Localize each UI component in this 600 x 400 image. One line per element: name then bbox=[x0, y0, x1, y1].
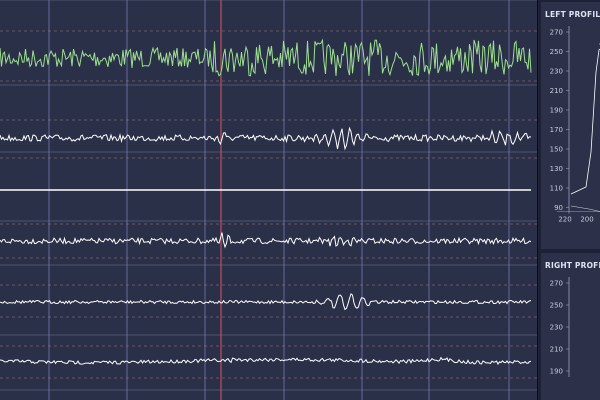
profile-y-tick: 190 bbox=[550, 368, 563, 376]
left-profile-panel[interactable]: LEFT PROFILE 270 250 230 210 190 170 150 130 110… bbox=[541, 2, 600, 249]
right-profile-chart: 270 250 230 210 190 bbox=[550, 277, 570, 377]
profile-y-tick: 270 bbox=[550, 29, 563, 37]
profile-y-tick: 90 bbox=[554, 204, 563, 212]
profile-y-tick: 190 bbox=[550, 107, 563, 115]
left-profile-chart: 270 250 230 210 190 170 150 130 110 90 220 200 bbox=[550, 26, 600, 224]
profile-y-tick: 230 bbox=[550, 324, 563, 332]
trace-display[interactable] bbox=[0, 0, 537, 400]
profile-y-tick: 250 bbox=[550, 48, 563, 56]
profile-y-tick: 270 bbox=[550, 280, 563, 288]
profile-y-tick: 250 bbox=[550, 302, 563, 310]
profile-y-tick: 210 bbox=[550, 346, 563, 354]
profile-curve bbox=[570, 48, 600, 195]
profile-curve-secondary bbox=[570, 205, 600, 212]
right-profile-panel[interactable]: RIGHT PROFILE 270250230210190 bbox=[541, 253, 600, 400]
profile-y-tick: 210 bbox=[550, 87, 563, 95]
profile-x-tick: 200 bbox=[580, 216, 593, 224]
profile-y-tick: 230 bbox=[550, 68, 563, 76]
eeg-viewer: LEFT PROFILE 270 250 230 210 190 170 150 130 110… bbox=[0, 0, 600, 400]
profile-y-tick: 130 bbox=[550, 165, 563, 173]
profile-y-tick: 110 bbox=[550, 185, 563, 193]
profile-y-tick: 170 bbox=[550, 126, 563, 134]
profile-sidebar: LEFT PROFILE 270 250 230 210 190 170 150 130 110… bbox=[537, 0, 600, 400]
profile-x-tick: 220 bbox=[558, 216, 571, 224]
profile-y-tick: 150 bbox=[550, 146, 563, 154]
